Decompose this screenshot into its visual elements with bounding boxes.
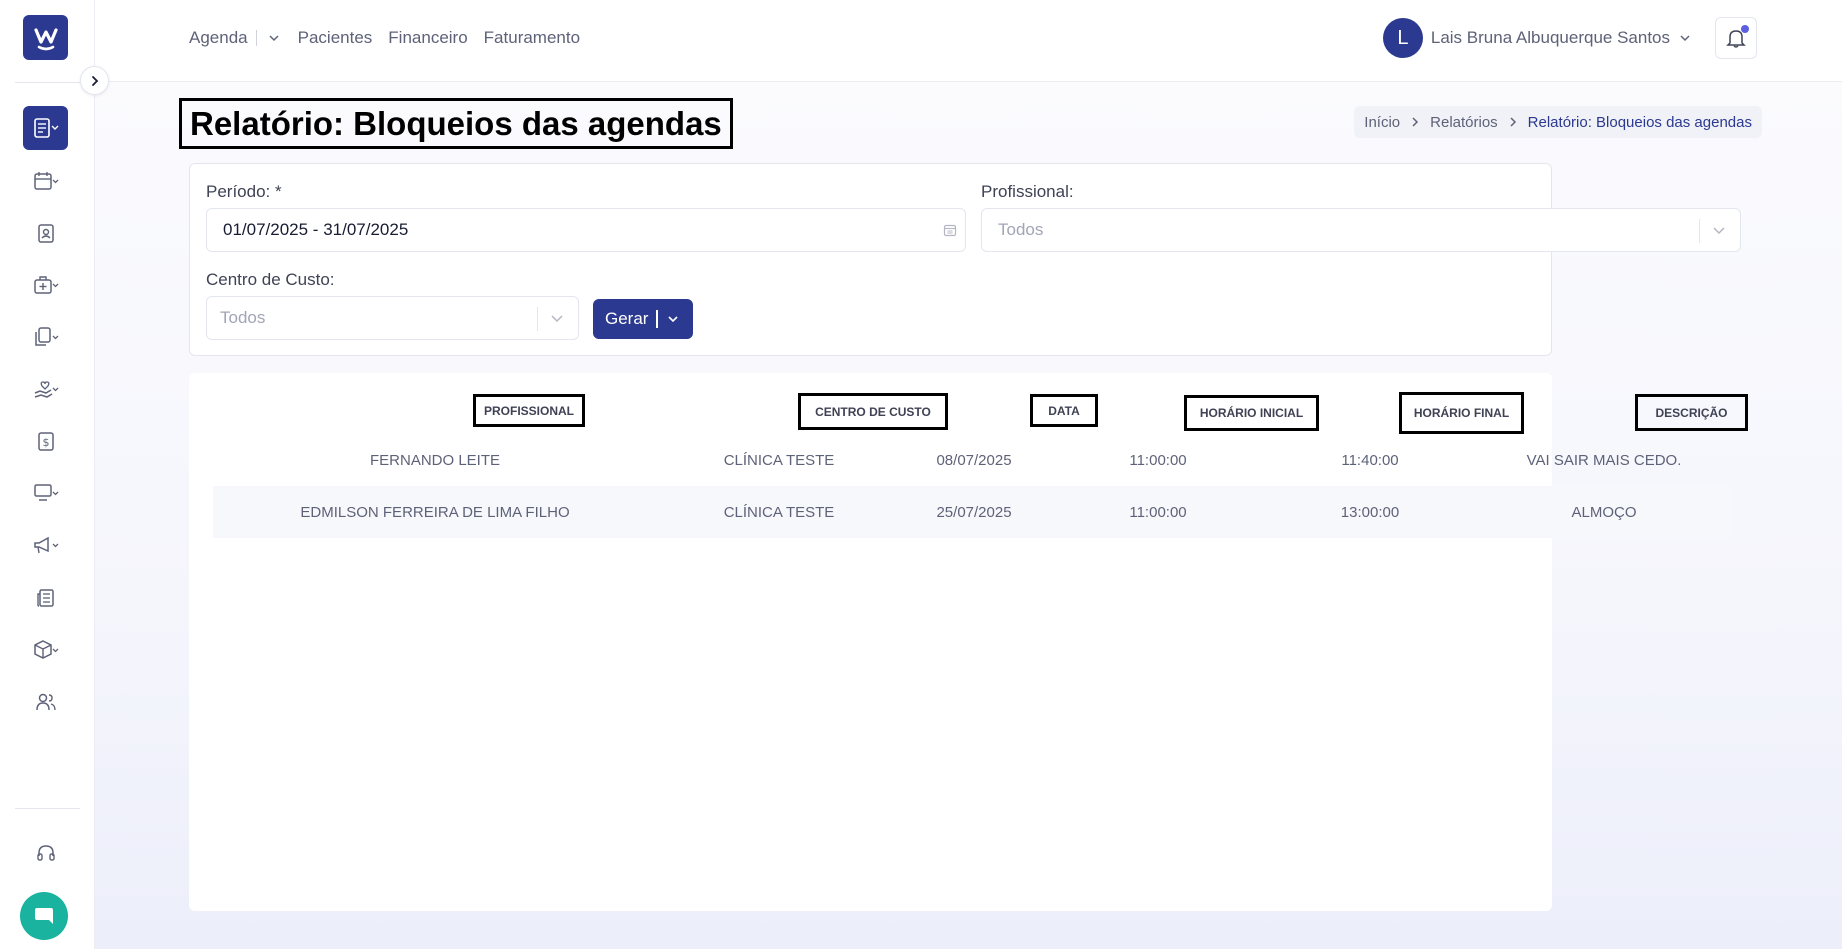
sidebar-item-reports[interactable] [23,106,68,150]
filter-card: Período: * 01/07/2025 - 31/07/2025 Profi… [189,163,1741,356]
table-row[interactable]: EDMILSON FERREIRA DE LIMA FILHO CLÍNICA … [213,486,1732,538]
hand-heart-icon [34,381,58,398]
cell-centro-de-custo: CLÍNICA TESTE [723,504,835,521]
periodo-date-range-input[interactable]: 01/07/2025 - 31/07/2025 [206,208,966,252]
nav-pacientes[interactable]: Pacientes [298,28,373,48]
cell-horario-inicial: 11:00:00 [1129,452,1187,469]
app-logo[interactable] [23,15,68,60]
breadcrumb: Início Relatórios Relatório: Bloqueios d… [1354,106,1762,138]
gerar-label: Gerar [605,309,649,328]
sidebar-item-inventory[interactable] [23,628,68,672]
chevron-down-icon [1713,227,1725,235]
sidebar-item-care[interactable] [23,367,68,411]
medical-kit-icon [33,276,58,294]
top-bar: Agenda Pacientes Financeiro Faturamento … [95,0,1842,82]
breadcrumb-current: Relatório: Bloqueios das agendas [1527,113,1752,131]
chevron-down-icon[interactable] [666,312,680,326]
users-icon [35,693,56,711]
sidebar-item-calendar[interactable] [23,159,68,203]
centro-custo-label: Centro de Custo: [206,270,335,289]
sidebar-item-patients[interactable] [23,211,68,255]
avatar: L [1382,18,1423,58]
chat-button[interactable] [20,892,68,940]
select-divider [1699,219,1700,243]
cell-horario-final: 11:40:00 [1341,452,1399,469]
cell-horario-inicial: 11:00:00 [1129,504,1187,521]
agenda-dropdown-chevron-icon[interactable] [267,31,281,45]
headset-icon [36,845,55,861]
profissional-select[interactable]: Todos [981,208,1741,252]
support-button[interactable] [23,832,68,876]
cell-profissional: EDMILSON FERREIRA DE LIMA FILHO [300,504,570,521]
column-header-horario-inicial[interactable]: HORÁRIO INICIAL [1184,395,1319,431]
breadcrumb-inicio[interactable]: Início [1364,114,1400,131]
chevron-right-icon [1412,117,1419,127]
chevron-down-icon [1680,35,1690,42]
cell-horario-final: 13:00:00 [1340,504,1400,521]
periodo-value: 01/07/2025 - 31/07/2025 [223,220,409,239]
nav-financeiro[interactable]: Financeiro [388,28,467,48]
notifications-button[interactable] [1715,17,1757,59]
column-header-profissional[interactable]: PROFISSIONAL [473,394,585,427]
top-navigation: Agenda Pacientes Financeiro Faturamento [189,28,596,48]
page-title: Relatório: Bloqueios das agendas [179,98,733,149]
results-table: PROFISSIONAL CENTRO DE CUSTO DATA HORÁRI… [189,373,1748,911]
column-header-horario-final[interactable]: HORÁRIO FINAL [1399,392,1524,434]
breadcrumb-relatorios[interactable]: Relatórios [1430,114,1498,131]
sidebar-item-devices[interactable] [23,471,68,515]
sidebar-item-finance[interactable]: $ [23,419,68,463]
documents-icon [34,327,58,346]
dollar-icon: $ [37,432,54,451]
centro-custo-select[interactable]: Todos [206,296,579,340]
profissional-label: Profissional: [981,182,1074,201]
sidebar-divider [15,808,80,809]
logo-w-icon [33,27,58,50]
column-header-centro-de-custo[interactable]: CENTRO DE CUSTO [798,393,948,430]
chevron-right-icon [1510,117,1516,127]
calendar-icon [943,224,957,237]
nav-separator [255,30,257,46]
user-menu[interactable]: L Lais Bruna Albuquerque Santos [1382,18,1692,58]
column-header-data[interactable]: DATA [1030,394,1098,427]
cell-data: 25/07/2025 [936,504,1012,521]
user-name: Lais Bruna Albuquerque Santos [1430,28,1670,47]
id-badge-icon [37,224,54,243]
monitor-icon [33,484,58,501]
sidebar-item-medical[interactable] [23,263,68,307]
cell-profissional: FERNANDO LEITE [369,452,501,469]
sidebar-item-news[interactable] [23,576,68,620]
sidebar-item-users[interactable] [23,680,68,724]
chat-bubble-icon [35,908,53,924]
main-content: Relatório: Bloqueios das agendas Início … [95,82,1842,949]
table-row[interactable]: FERNANDO LEITE CLÍNICA TESTE 08/07/2025 … [213,434,1732,486]
sidebar-item-documents[interactable] [23,315,68,359]
calendar-icon [33,172,58,190]
notification-dot [1741,25,1749,33]
gerar-button[interactable]: Gerar [593,299,693,339]
report-book-icon [33,118,58,138]
sidebar-toggle-button[interactable] [80,66,109,95]
cell-centro-de-custo: CLÍNICA TESTE [723,452,835,469]
sidebar-divider [15,82,80,83]
nav-agenda[interactable]: Agenda [189,28,248,48]
megaphone-icon [33,536,58,554]
box-icon [33,640,58,659]
chevron-down-icon [551,315,563,323]
cell-data: 08/07/2025 [936,452,1012,469]
gerar-separator [656,310,659,328]
periodo-label: Período: * [206,182,282,201]
chevron-right-icon [91,75,98,86]
centro-custo-value: Todos [220,308,266,327]
sidebar: $ [0,0,95,949]
newspaper-icon [36,589,54,607]
column-header-descricao[interactable]: DESCRIÇÃO [1635,394,1748,431]
profissional-value: Todos [998,220,1044,239]
nav-faturamento[interactable]: Faturamento [484,28,580,48]
cell-descricao: ALMOÇO [1571,504,1637,521]
cell-descricao: VAI SAIR MAIS CEDO. [1526,452,1682,469]
svg-text:$: $ [42,436,49,449]
sidebar-item-marketing[interactable] [23,523,68,567]
select-divider [537,307,538,331]
